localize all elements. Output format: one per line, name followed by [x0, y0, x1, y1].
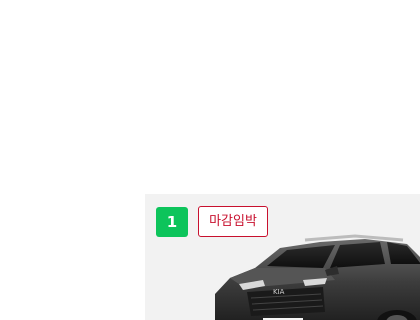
product-card[interactable]: 1 마감임박 KIA: [145, 194, 420, 320]
suv-car-image[interactable]: KIA: [185, 232, 420, 320]
brand-logo: KIA: [273, 288, 285, 296]
roof-rail: [304, 234, 404, 242]
page: 1 마감임박 KIA: [0, 0, 420, 320]
rank-badge: 1: [156, 207, 188, 237]
